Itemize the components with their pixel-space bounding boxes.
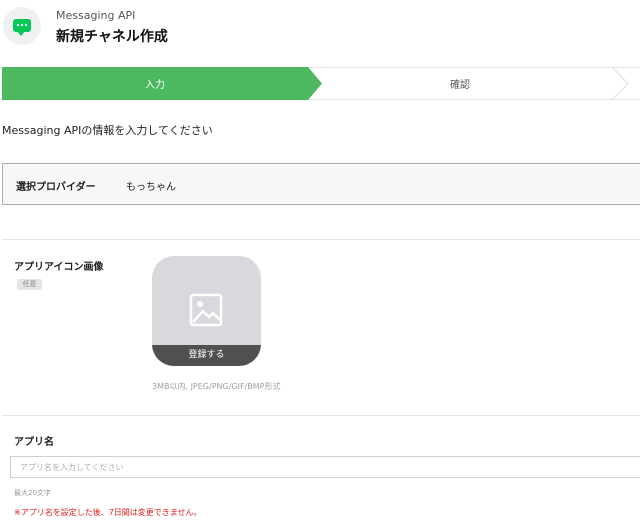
step-label-confirm: 確認 [450, 80, 470, 91]
step-label-input: 入力 [145, 80, 165, 91]
name-change-warning: ※アプリ名を設定した後、7日間は変更できません。 [14, 508, 202, 517]
app-name-label: アプリ名 [14, 437, 54, 448]
step-chevron-icon [611, 67, 629, 100]
app-icon-label: アプリアイコン画像 [14, 262, 104, 273]
app-icon-uploader[interactable]: 登録する [152, 256, 261, 366]
image-placeholder-icon [189, 293, 223, 327]
provider-value: もっちゃん [126, 182, 176, 193]
provider-label: 選択プロバイダー [16, 182, 96, 193]
max-length-hint: 最大20文字 [14, 489, 51, 497]
register-icon-button[interactable]: 登録する [152, 345, 261, 366]
page-title: 新規チャネル作成 [56, 29, 168, 45]
form-intro-text: Messaging APIの情報を入力してください [2, 124, 213, 137]
page-subtitle: Messaging API [56, 9, 136, 22]
step-indicator: 入力 確認 [0, 67, 640, 100]
section-divider [2, 415, 640, 416]
upload-format-hint: 3MB以内, JPEG/PNG/GIF/BMP形式 [152, 382, 281, 391]
page-header: Messaging API 新規チャネル作成 [0, 0, 640, 60]
chat-bubble-icon [3, 7, 41, 45]
optional-badge: 任意 [17, 279, 42, 290]
section-divider [2, 239, 640, 240]
provider-panel: 選択プロバイダー もっちゃん [2, 163, 640, 205]
app-name-input[interactable] [10, 456, 640, 478]
